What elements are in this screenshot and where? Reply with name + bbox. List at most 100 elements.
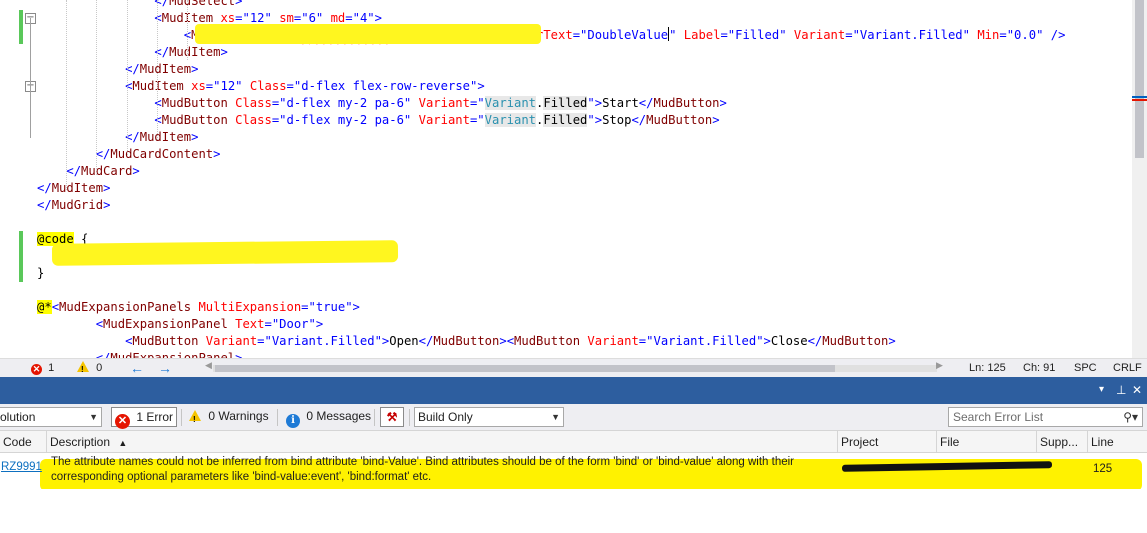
search-error-list-input[interactable]: Search Error List ⚲▾ — [948, 407, 1143, 427]
code-line[interactable]: <MudButton Class="d-flex my-2 pa-6" Vari… — [0, 112, 1132, 129]
code-line[interactable] — [0, 214, 1132, 231]
code-line[interactable]: @*<MudExpansionPanels MultiExpansion="tr… — [0, 299, 1132, 316]
toolbar-divider — [181, 409, 182, 426]
code-token: > — [103, 198, 111, 212]
code-line[interactable]: </MudSelect> — [0, 0, 1132, 10]
change-marker — [19, 248, 23, 265]
column-header-file[interactable]: File — [937, 431, 1037, 453]
code-line[interactable]: − <MudItem xs="12" sm="6" md="4"> — [0, 10, 1132, 27]
code-line[interactable]: <MudButton Variant="Variant.Filled">Open… — [0, 333, 1132, 350]
scroll-right-icon[interactable]: ▶ — [936, 360, 943, 371]
search-icon[interactable]: ⚲▾ — [1123, 408, 1138, 426]
scope-dropdown[interactable]: olution ▼ — [0, 407, 102, 427]
code-line[interactable]: </MudItem> — [0, 129, 1132, 146]
pin-icon[interactable]: ⊥ — [1116, 383, 1126, 397]
clear-filter-icon[interactable]: ⚒ — [380, 407, 404, 427]
code-line[interactable]: − <MudItem xs="12" Class="d-flex flex-ro… — [0, 78, 1132, 95]
code-token: 12 — [249, 11, 265, 25]
line-endings-indicator[interactable]: CRLF — [1113, 361, 1142, 376]
code-line[interactable]: </MudItem> — [0, 44, 1132, 61]
column-header-code[interactable]: Code — [0, 431, 47, 453]
code-text: } — [37, 265, 44, 282]
code-token: MudExpansionPanel — [110, 351, 236, 358]
code-line[interactable]: </MudExpansionPanel> — [0, 350, 1132, 358]
code-token: xs — [183, 79, 206, 93]
code-token: MudGrid — [51, 198, 104, 212]
code-token: xs — [213, 11, 236, 25]
code-token: Variant.Filled — [271, 334, 375, 348]
build-filter-dropdown[interactable]: Build Only ▼ — [414, 407, 564, 427]
scroll-left-icon[interactable]: ◀ — [205, 360, 212, 371]
code-token: Class — [242, 79, 287, 93]
code-token: "> — [374, 334, 390, 348]
code-text: <MudNumericField @bind-Value="DoubleValu… — [37, 27, 1065, 44]
code-token: Filled — [735, 28, 780, 42]
code-token: Text — [227, 317, 265, 331]
code-token: < — [154, 11, 162, 25]
navigate-forward-icon[interactable]: → — [158, 361, 172, 376]
horizontal-scroll-thumb[interactable] — [215, 365, 835, 372]
close-icon[interactable]: ✕ — [1132, 383, 1142, 397]
code-line[interactable]: <MudExpansionPanel Text="Door"> — [0, 316, 1132, 333]
error-marker[interactable] — [1132, 99, 1147, 101]
code-token: Start — [602, 96, 639, 110]
error-code-link[interactable]: RZ9991 — [1, 461, 42, 473]
code-token: MudItem — [132, 79, 184, 93]
toolbar-divider — [374, 409, 375, 426]
code-token: Variant — [484, 113, 537, 127]
code-token: </ — [37, 181, 52, 195]
table-row[interactable]: RZ9991 The attribute names could not be … — [0, 453, 1147, 491]
vertical-scroll-thumb[interactable] — [1135, 0, 1144, 158]
change-marker — [19, 265, 23, 282]
code-token: MudButton — [514, 334, 581, 348]
column-indicator[interactable]: Ch: 91 — [1023, 361, 1055, 376]
code-token: " — [962, 28, 970, 42]
column-header-line[interactable]: Line — [1088, 431, 1147, 453]
messages-filter-label: 0 Messages — [306, 409, 372, 423]
code-token: =" — [345, 11, 360, 25]
code-line[interactable]: <MudNumericField @bind-Value="DoubleValu… — [0, 27, 1132, 44]
code-token: > — [213, 147, 221, 161]
warnings-filter-button[interactable]: 0 Warnings — [186, 407, 272, 429]
code-token: </ — [95, 147, 111, 161]
editor-vertical-scrollbar[interactable] — [1132, 0, 1147, 358]
code-token: =" — [293, 11, 309, 25]
code-token: 0.0 — [1014, 28, 1037, 42]
warning-icon — [77, 361, 89, 377]
code-line[interactable]: <MudButton Class="d-flex my-2 pa-6" Vari… — [0, 95, 1132, 112]
code-token: Min — [970, 28, 1000, 42]
code-line[interactable]: </MudCardContent> — [0, 146, 1132, 163]
line-indicator[interactable]: Ln: 125 — [969, 361, 1006, 376]
code-text: </MudItem> — [37, 129, 198, 146]
code-token: Variant.Filled — [653, 334, 757, 348]
code-token: Filled — [543, 96, 588, 110]
code-token: " — [235, 79, 243, 93]
errors-filter-button[interactable]: ✕ 1 Error — [111, 407, 178, 429]
window-position-dropdown-icon[interactable]: ▾ — [1099, 383, 1104, 397]
code-token: 6 — [308, 11, 316, 25]
code-line[interactable]: </MudGrid> — [0, 197, 1132, 214]
error-count-indicator[interactable]: ✕ 1 — [31, 361, 54, 376]
change-marker — [19, 231, 23, 248]
code-line[interactable]: </MudItem> — [0, 61, 1132, 78]
code-token: MultiExpansion — [191, 300, 302, 314]
column-header-suppression[interactable]: Supp... — [1037, 431, 1088, 453]
column-header-description[interactable]: Description ▲ — [47, 431, 838, 453]
editor-horizontal-scrollbar[interactable]: ◀ ▶ — [205, 360, 945, 373]
navigate-back-icon[interactable]: ← — [130, 361, 144, 376]
toolbar-divider — [409, 409, 410, 426]
code-token: Filled — [543, 113, 588, 127]
code-line[interactable] — [0, 282, 1132, 299]
messages-filter-button[interactable]: i 0 Messages — [283, 407, 374, 428]
code-token: d-flex flex-row-reverse — [301, 79, 470, 93]
column-header-project[interactable]: Project — [838, 431, 937, 453]
code-editor[interactable]: </MudSelect>− <MudItem xs="12" sm="6" md… — [0, 0, 1147, 358]
code-line[interactable]: </MudCard> — [0, 163, 1132, 180]
code-line[interactable]: } — [0, 265, 1132, 282]
code-token: =" — [271, 113, 287, 127]
code-token: =" — [469, 96, 485, 110]
warning-count-indicator[interactable]: 0 — [77, 361, 102, 377]
code-text: <MudButton Class="d-flex my-2 pa-6" Vari… — [37, 112, 720, 129]
code-line[interactable]: </MudItem> — [0, 180, 1132, 197]
indent-mode-indicator[interactable]: SPC — [1074, 361, 1097, 376]
